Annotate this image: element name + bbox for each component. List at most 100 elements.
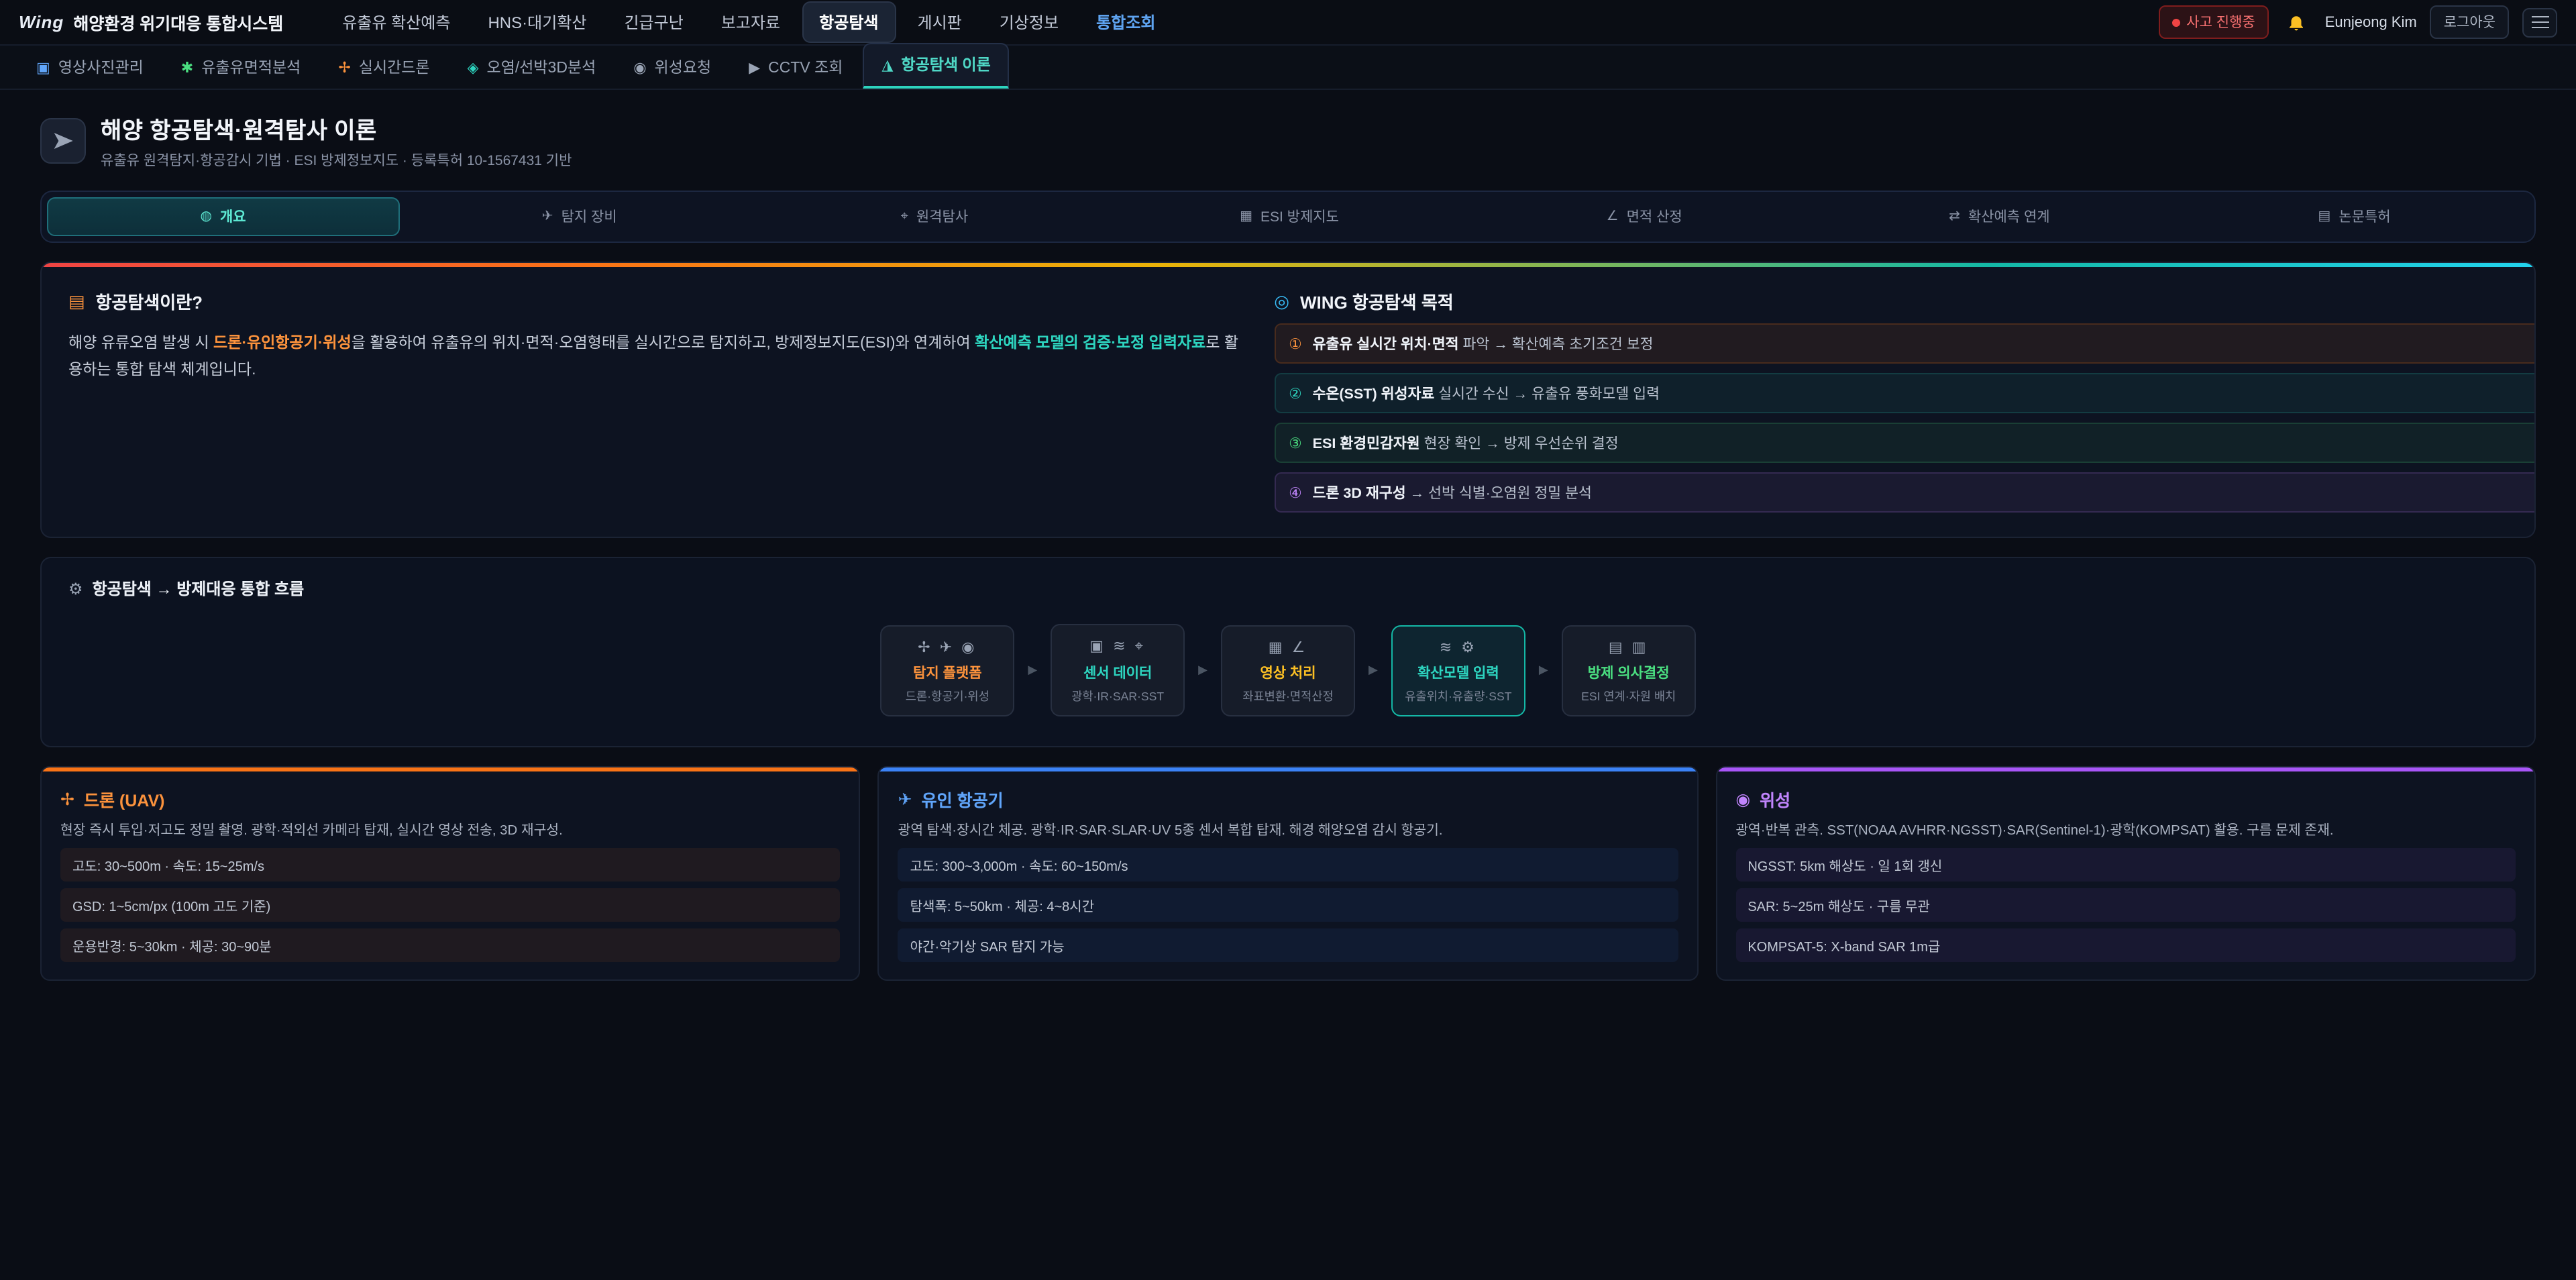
highlight-platforms: 드론·유인항공기·위성 [213, 335, 352, 352]
incident-badge-label: 사고 진행중 [2186, 12, 2255, 32]
subnav-item-satellite-request[interactable]: ◉ 위성요청 [616, 47, 729, 89]
nav-item-integrated-search[interactable]: 통합조회 [1080, 3, 1171, 42]
subnav-item-aerial-theory[interactable]: ◮ 항공탐색 이론 [863, 43, 1009, 89]
user-name: Eunjeong Kim [2325, 14, 2417, 30]
subnav-label: 오염/선박3D분석 [487, 56, 596, 78]
nav-item-board[interactable]: 게시판 [902, 3, 978, 42]
goal-number: ① [1289, 335, 1301, 353]
tab-area-calc[interactable]: ∠ 면적 산정 [1470, 197, 1819, 236]
platform-cards: ✢드론 (UAV) 현장 즉시 투입·저고도 정밀 촬영. 광학·적외선 카메라… [40, 766, 2536, 981]
tab-label: 논문특허 [2339, 207, 2390, 227]
model-icons: ≋ ⚙ [1401, 638, 1516, 655]
goals-title: WING 항공탐색 목적 [1300, 288, 1454, 314]
app-logo: Wing 해양환경 위기대응 통합시스템 [19, 9, 283, 35]
subnav-item-oil-area-analysis[interactable]: ✱ 유출유면적분석 [164, 47, 319, 89]
flow-section: ⚙ 항공탐색 → 방제대응 통합 흐름 ✢ ✈ ◉ 탐지 플랫폼 드론·항공기·… [40, 557, 2536, 747]
logout-button[interactable]: 로그아웃 [2430, 5, 2509, 39]
spec-row: KOMPSAT-5: X-band SAR 1m급 [1735, 929, 2516, 963]
angle-icon: ∠ [1607, 209, 1619, 224]
platform-card-satellite: ◉위성 광역·반복 관측. SST(NOAA AVHRR·NGSST)·SAR(… [1715, 766, 2536, 981]
flow-step-image-processing: ▦ ∠ 영상 처리 좌표변환·면적산정 [1221, 625, 1355, 716]
tab-label: ESI 방제지도 [1260, 207, 1339, 227]
subnav-item-cctv[interactable]: ▶ CCTV 조회 [731, 47, 860, 89]
notification-bell-icon[interactable] [2282, 7, 2312, 37]
subnav-label: 실시간드론 [359, 56, 430, 78]
subnav-label: CCTV 조회 [768, 56, 843, 78]
satellite-icon: ◉ [1735, 789, 1750, 809]
goal-item: ③ ESI 환경민감자원 현장 확인 → 방제 우선순위 결정 [1274, 423, 2536, 463]
incident-status-badge[interactable]: 사고 진행중 [2158, 5, 2268, 39]
card-title: 유인 항공기 [922, 786, 1004, 812]
spec-row: SAR: 5~25m 해상도 · 구름 무관 [1735, 889, 2516, 922]
goal-item: ② 수온(SST) 위성자료 실시간 수신 → 유출유 풍화모델 입력 [1274, 373, 2536, 413]
intro-title: 항공탐색이란? [96, 288, 203, 314]
page-title: 해양 항공탐색·원격탐사 이론 [101, 111, 572, 145]
page-subtitle: 유출유 원격탐지·항공감시 기법 · ESI 방제정보지도 · 등록특허 10-… [101, 150, 572, 170]
satellite-icon: ◉ [633, 58, 646, 76]
main-content: 해양 항공탐색·원격탐사 이론 유출유 원격탐지·항공감시 기법 · ESI 방… [0, 90, 2576, 981]
cube-3d-icon: ◈ [468, 58, 479, 76]
card-title: 드론 (UAV) [84, 786, 165, 812]
flow-step-model-input: ≋ ⚙ 확산모델 입력 유출위치·유출량·SST [1391, 625, 1525, 716]
goal-number: ② [1289, 385, 1301, 403]
gear-icon: ⚙ [68, 579, 83, 598]
flow-step-decision: ▤ ▥ 방제 의사결정 ESI 연계·자원 배치 [1562, 625, 1696, 716]
tab-label: 개요 [220, 207, 246, 227]
platform-card-drone: ✢드론 (UAV) 현장 즉시 투입·저고도 정밀 촬영. 광학·적외선 카메라… [40, 766, 861, 981]
nav-item-weather[interactable]: 기상정보 [983, 3, 1075, 42]
processing-icons: ▦ ∠ [1230, 638, 1346, 655]
plane-icon: ✈ [542, 209, 553, 224]
image-icon: ▣ [36, 58, 50, 76]
card-description: 광역·반복 관측. SST(NOAA AVHRR·NGSST)·SAR(Sent… [1735, 821, 2516, 842]
analysis-icon: ✱ [181, 58, 193, 76]
tab-overview[interactable]: ◍ 개요 [47, 197, 399, 236]
document-icon: ▤ [2318, 209, 2330, 224]
subnav-label: 유출유면적분석 [201, 56, 301, 78]
arrow-right-icon: ▶ [1368, 663, 1378, 678]
main-nav: 유출유 확산예측 HNS·대기확산 긴급구난 보고자료 항공탐색 게시판 기상정… [326, 1, 2139, 43]
goal-number: ③ [1289, 435, 1301, 452]
tab-remote-sensing[interactable]: ⌖ 원격탐사 [759, 197, 1109, 236]
subnav-label: 위성요청 [655, 56, 712, 78]
goal-number: ④ [1289, 484, 1301, 502]
flow-title: 항공탐색 → 방제대응 통합 흐름 [93, 577, 305, 600]
nav-item-rescue[interactable]: 긴급구난 [608, 3, 699, 42]
subnav-label: 항공탐색 이론 [901, 54, 990, 75]
section-tabbar: ◍ 개요 ✈ 탐지 장비 ⌖ 원격탐사 ▦ ESI 방제지도 ∠ 면적 산정 ⇄… [40, 191, 2536, 243]
nav-item-oil-spread[interactable]: 유출유 확산예측 [326, 3, 466, 42]
sensor-icons: ▣ ≋ ⌖ [1060, 637, 1175, 656]
link-icon: ⇄ [1949, 209, 1960, 224]
tab-papers-patents[interactable]: ▤ 논문특허 [2180, 197, 2529, 236]
subnav-item-realtime-drone[interactable]: ✢ 실시간드론 [321, 47, 447, 89]
target-circle-icon: ◎ [1274, 290, 1289, 312]
goals-card: ◎ WING 항공탐색 목적 ① 유출유 실시간 위치·면적 파악 → 확산예측… [1274, 288, 2536, 513]
arrow-right-icon: ▶ [1028, 663, 1037, 678]
header-right: 사고 진행중 Eunjeong Kim 로그아웃 [2158, 5, 2557, 39]
goal-item: ④ 드론 3D 재구성 → 선박 식별·오염원 정밀 분석 [1274, 472, 2536, 513]
nav-item-reports[interactable]: 보고자료 [705, 3, 796, 42]
highlight-model-input: 확산예측 모델의 검증·보정 입력자료 [975, 335, 1205, 352]
plane-icon: ✈ [898, 789, 912, 809]
subnav-item-image-management[interactable]: ▣ 영상사진관리 [19, 47, 161, 89]
nav-item-hns[interactable]: HNS·대기확산 [472, 3, 602, 42]
subnav-item-3d-analysis[interactable]: ◈ 오염/선박3D분석 [450, 47, 614, 89]
sub-nav: ▣ 영상사진관리 ✱ 유출유면적분석 ✢ 실시간드론 ◈ 오염/선박3D분석 ◉… [0, 46, 2576, 90]
target-icon: ⌖ [901, 209, 908, 224]
spec-row: NGSST: 5km 해상도 · 일 1회 갱신 [1735, 849, 2516, 882]
nav-item-aerial-search[interactable]: 항공탐색 [802, 1, 896, 43]
flow-step-platforms: ✢ ✈ ◉ 탐지 플랫폼 드론·항공기·위성 [880, 625, 1014, 716]
theory-icon: ◮ [881, 56, 893, 73]
logo-wing-icon: Wing [19, 12, 64, 32]
menu-hamburger-button[interactable] [2522, 7, 2557, 37]
platform-icons: ✢ ✈ ◉ [890, 638, 1005, 655]
map-icon: ▦ [1240, 209, 1252, 224]
flow-step-sensors: ▣ ≋ ⌖ 센서 데이터 광학·IR·SAR·SST [1051, 624, 1185, 716]
spec-row: 운용반경: 5~30km · 체공: 30~90분 [60, 929, 841, 963]
page-header: 해양 항공탐색·원격탐사 이론 유출유 원격탐지·항공감시 기법 · ESI 방… [40, 111, 2536, 170]
tab-detection-equipment[interactable]: ✈ 탐지 장비 [405, 197, 754, 236]
tab-prediction-link[interactable]: ⇄ 확산예측 연계 [1825, 197, 2174, 236]
flow-diagram: ✢ ✈ ◉ 탐지 플랫폼 드론·항공기·위성 ▶ ▣ ≋ ⌖ 센서 데이터 광학… [68, 624, 2508, 716]
book-icon: ▤ [68, 290, 85, 312]
tab-esi-map[interactable]: ▦ ESI 방제지도 [1114, 197, 1464, 236]
spec-row: 고도: 300~3,000m · 속도: 60~150m/s [898, 849, 1678, 882]
